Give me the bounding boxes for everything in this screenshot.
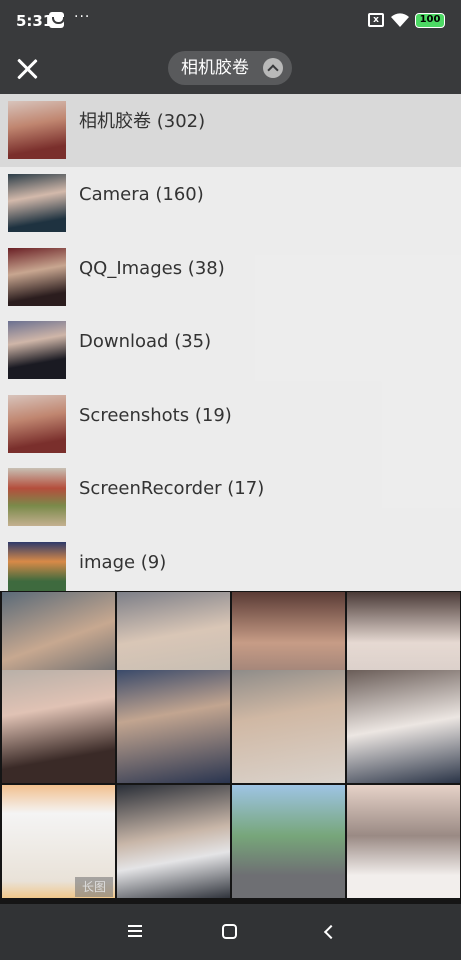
- album-thumbnail: [8, 248, 66, 306]
- album-name: Screenshots (19): [79, 405, 232, 426]
- no-sim-icon: x: [368, 13, 384, 27]
- album-name: ScreenRecorder (17): [79, 478, 265, 499]
- album-item-qq-images[interactable]: QQ_Images (38): [0, 241, 461, 314]
- close-icon[interactable]: [14, 56, 40, 82]
- album-name: Camera (160): [79, 184, 204, 205]
- photo-thumbnail[interactable]: [2, 670, 115, 783]
- album-dropdown: 相机胶卷 (302) Camera (160) QQ_Images (38) D…: [0, 94, 461, 591]
- back-icon[interactable]: [321, 924, 337, 940]
- album-thumbnail: [8, 174, 66, 232]
- album-item-camera-roll[interactable]: 相机胶卷 (302): [0, 94, 461, 167]
- album-item-image[interactable]: image (9): [0, 535, 461, 591]
- album-item-screenshots[interactable]: Screenshots (19): [0, 388, 461, 461]
- photo-thumbnail[interactable]: [232, 785, 345, 898]
- long-image-badge: 长图: [75, 877, 113, 897]
- home-icon[interactable]: [222, 924, 237, 939]
- photo-thumbnail[interactable]: [117, 785, 230, 898]
- menu-icon[interactable]: [128, 925, 142, 937]
- photo-thumbnail[interactable]: [347, 670, 460, 783]
- album-item-screen-recorder[interactable]: ScreenRecorder (17): [0, 461, 461, 534]
- photo-thumbnail[interactable]: [232, 670, 345, 783]
- battery-icon: 100: [415, 13, 445, 28]
- album-thumbnail: [8, 321, 66, 379]
- album-name: Download (35): [79, 331, 212, 352]
- wifi-icon: [391, 13, 409, 27]
- album-thumbnail: [8, 101, 66, 159]
- album-item-download[interactable]: Download (35): [0, 314, 461, 387]
- album-name: image (9): [79, 552, 167, 573]
- album-selector-button[interactable]: 相机胶卷: [168, 51, 292, 85]
- album-name: 相机胶卷 (302): [79, 111, 206, 132]
- status-time: 5:31: [16, 12, 54, 30]
- album-selector-label: 相机胶卷: [181, 58, 249, 78]
- status-bar: 5:31 ··· x 100: [0, 0, 461, 44]
- photo-thumbnail[interactable]: [117, 670, 230, 783]
- more-notifications-icon: ···: [74, 9, 91, 25]
- photo-thumbnail[interactable]: [347, 785, 460, 898]
- album-thumbnail: [8, 468, 66, 526]
- notification-app-icon: [49, 12, 65, 28]
- title-bar: 相机胶卷: [0, 44, 461, 94]
- album-item-camera[interactable]: Camera (160): [0, 167, 461, 240]
- album-thumbnail: [8, 542, 66, 591]
- album-name: QQ_Images (38): [79, 258, 225, 279]
- navigation-bar: [0, 904, 461, 960]
- chevron-up-icon: [263, 58, 283, 78]
- album-thumbnail: [8, 395, 66, 453]
